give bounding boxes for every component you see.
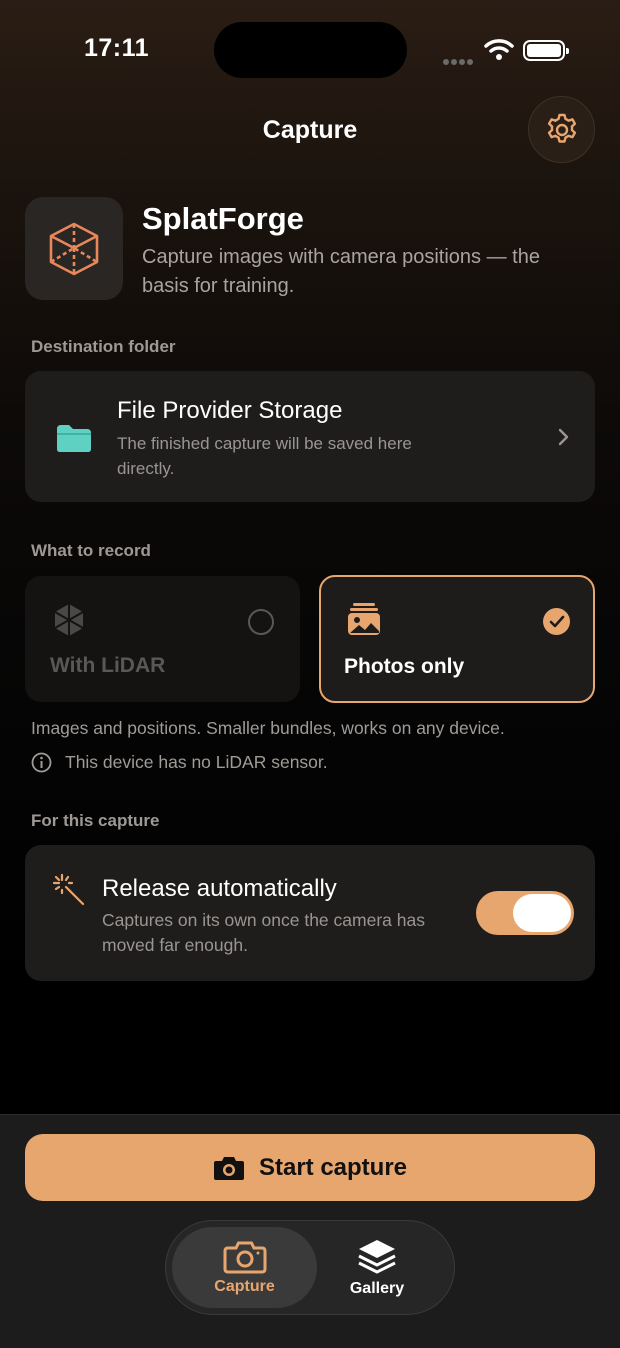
tab-bar: Capture Gallery: [165, 1220, 455, 1315]
checkmark-icon: [543, 608, 570, 635]
battery-icon: [523, 40, 569, 61]
destination-subtitle: The finished capture will be saved here …: [117, 434, 412, 478]
release-automatically-row: Release automatically Captures on its ow…: [25, 845, 595, 981]
cellular-signal-icon: [443, 52, 477, 65]
capture-section-label: For this capture: [31, 811, 160, 830]
destination-section-label: Destination folder: [31, 337, 176, 356]
option-photos-only[interactable]: Photos only: [319, 575, 595, 703]
info-icon: [31, 752, 52, 778]
gear-icon: [547, 113, 576, 143]
app-description: Capture images with camera positions — t…: [142, 246, 540, 297]
option-photos-label: Photos only: [344, 655, 465, 678]
cube-icon: [49, 222, 99, 275]
magic-wand-icon: [52, 873, 86, 912]
tab-gallery-label: Gallery: [349, 1279, 405, 1297]
status-time: 17:11: [84, 34, 150, 62]
app-logo: [25, 197, 123, 300]
record-hint: Images and positions. Smaller bundles, w…: [31, 718, 505, 738]
tab-capture[interactable]: Capture: [172, 1227, 317, 1308]
record-section-label: What to record: [31, 541, 151, 560]
lidar-note: This device has no LiDAR sensor.: [65, 752, 328, 772]
start-capture-label: Start capture: [258, 1153, 408, 1181]
release-title: Release automatically: [102, 875, 337, 902]
app-name: SplatForge: [142, 201, 304, 236]
option-with-lidar[interactable]: With LiDAR: [25, 576, 300, 702]
stack-icon: [358, 1239, 396, 1273]
tab-capture-label: Capture: [214, 1277, 275, 1295]
camera-icon: [213, 1156, 244, 1180]
settings-button[interactable]: [528, 96, 595, 163]
chevron-right-icon: [557, 427, 571, 452]
photos-icon: [346, 601, 382, 642]
option-lidar-label: With LiDAR: [50, 654, 166, 677]
camera-icon: [223, 1241, 266, 1273]
wifi-icon: [484, 38, 514, 65]
dynamic-island: [214, 22, 407, 78]
page-title: Capture: [262, 116, 358, 144]
destination-folder-row[interactable]: File Provider Storage The finished captu…: [25, 371, 595, 502]
toggle-knob: [513, 894, 571, 932]
lidar-icon: [51, 602, 87, 643]
start-capture-button[interactable]: Start capture: [25, 1134, 595, 1201]
folder-icon: [55, 423, 93, 458]
release-subtitle: Captures on its own once the camera has …: [102, 910, 425, 955]
tab-gallery[interactable]: Gallery: [316, 1227, 438, 1308]
destination-title: File Provider Storage: [117, 397, 343, 424]
lidar-radio: [248, 609, 274, 635]
release-toggle[interactable]: [476, 891, 574, 935]
